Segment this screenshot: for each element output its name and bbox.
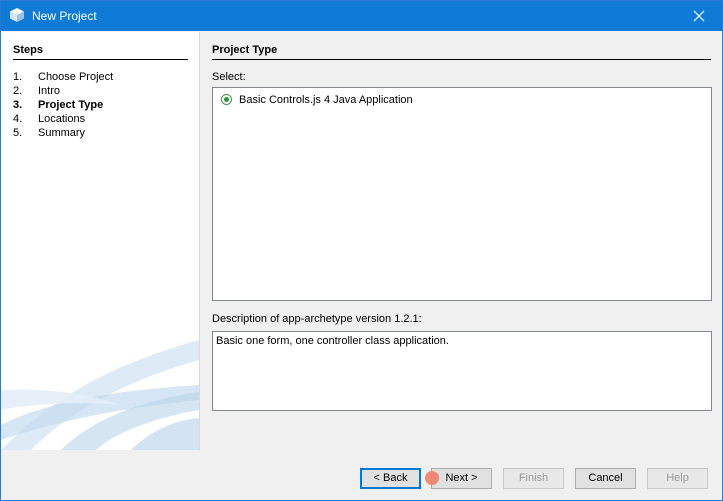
steps-panel: Steps 1. Choose Project 2. Intro 3. Project… [1, 32, 200, 450]
project-type-option-label: Basic Controls.js 4 Java Application [239, 94, 413, 106]
window-title: New Project [32, 9, 97, 23]
step-item-5: 5. Summary [13, 126, 193, 140]
step-number: 5. [13, 127, 23, 139]
step-item-1: 1. Choose Project [13, 70, 193, 84]
step-label: Intro [38, 85, 61, 97]
new-project-dialog: New Project Steps 1. Choose Project 2. Int… [0, 0, 723, 501]
button-bar: < Back Next > Finish Cancel Help [1, 450, 722, 500]
radio-selected-icon[interactable] [221, 94, 232, 105]
step-label: Project Type [38, 99, 104, 111]
description-label: Description of app-archetype version 1.2… [212, 313, 422, 325]
step-number: 4. [13, 113, 23, 125]
close-button[interactable] [676, 1, 722, 31]
back-button[interactable]: < Back [360, 468, 421, 489]
next-button[interactable]: Next > [431, 468, 492, 489]
netbeans-cube-icon [9, 7, 25, 23]
help-button[interactable]: Help [647, 468, 708, 489]
cancel-button[interactable]: Cancel [575, 468, 636, 489]
description-text: Basic one form, one controller class app… [216, 335, 449, 347]
description-box[interactable]: Basic one form, one controller class app… [212, 331, 712, 411]
main-content: Project Type Select: Basic Controls.js 4… [200, 32, 722, 450]
step-label: Locations [38, 113, 86, 125]
step-item-4: 4. Locations [13, 112, 193, 126]
title-bar: New Project [1, 1, 722, 31]
step-number: 3. [13, 99, 23, 111]
step-number: 1. [13, 71, 23, 83]
steps-title: Steps [13, 44, 188, 60]
section-title: Project Type [212, 44, 711, 60]
finish-button[interactable]: Finish [503, 468, 564, 489]
step-item-3-current: 3. Project Type [13, 98, 193, 112]
step-number: 2. [13, 85, 23, 97]
step-item-2: 2. Intro [13, 84, 193, 98]
select-label: Select: [212, 71, 246, 83]
project-type-list[interactable]: Basic Controls.js 4 Java Application [212, 87, 712, 301]
step-label: Choose Project [38, 71, 114, 83]
close-icon [693, 10, 705, 22]
steps-list: 1. Choose Project 2. Intro 3. Project Type … [13, 70, 193, 140]
click-indicator-icon [425, 471, 439, 485]
wizard-swirl-decoration [1, 340, 199, 450]
step-label: Summary [38, 127, 86, 139]
